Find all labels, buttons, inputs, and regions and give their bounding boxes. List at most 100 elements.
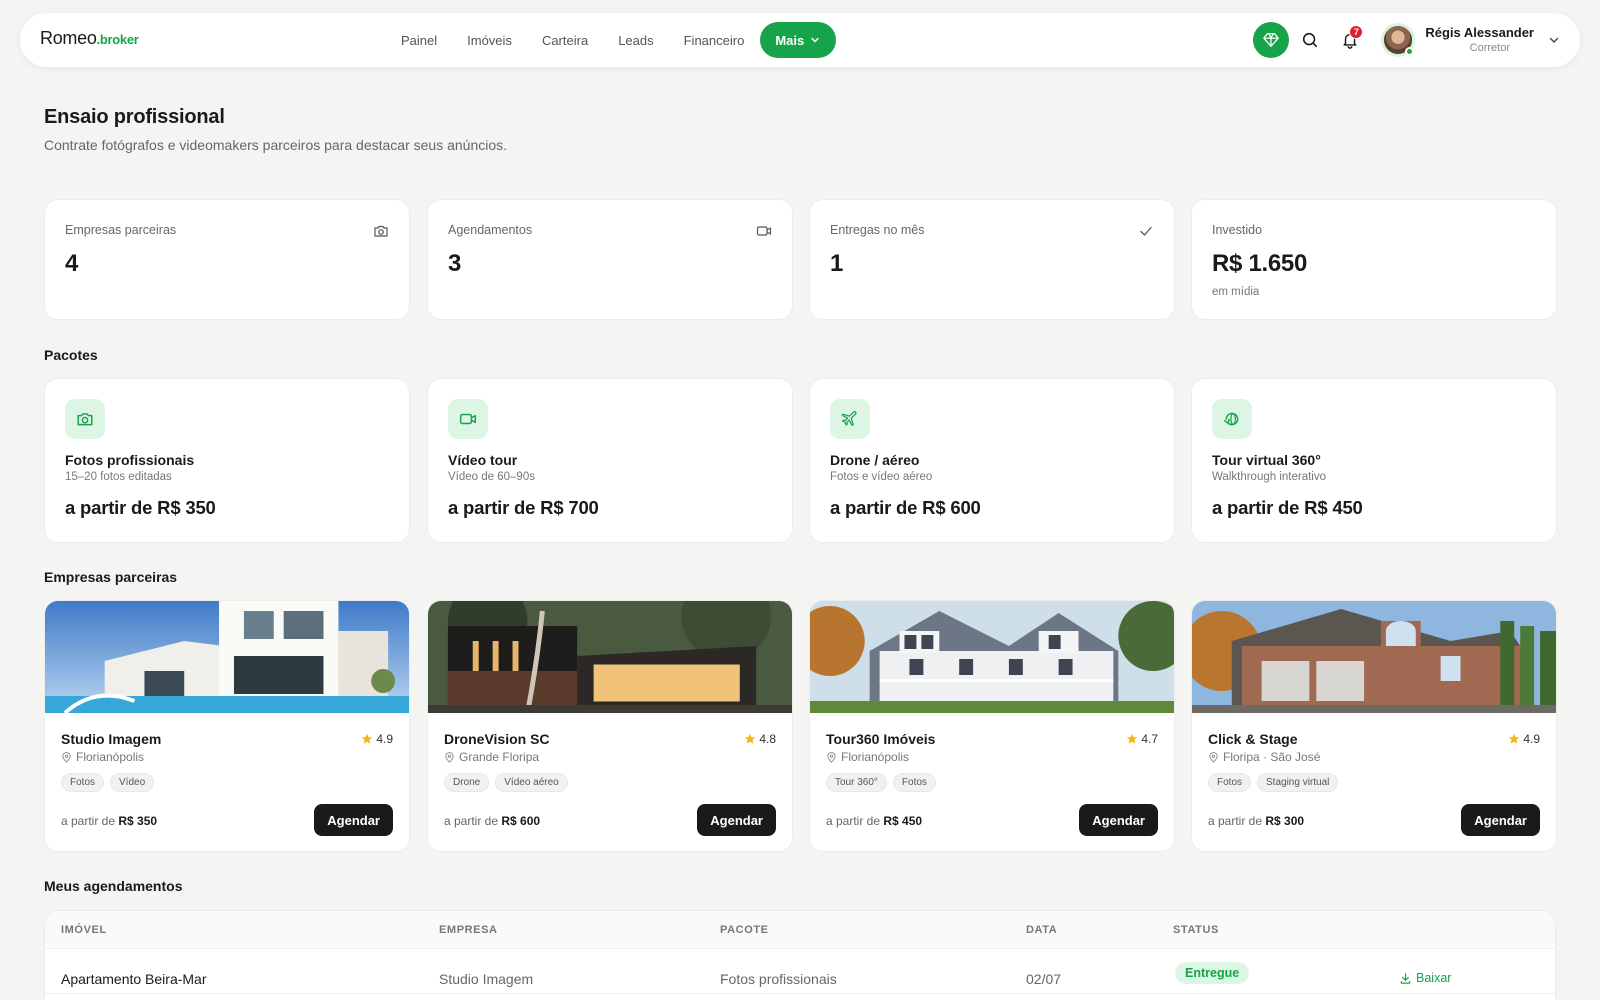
- partner-name: Studio Imagem: [61, 731, 162, 747]
- stat-value: 3: [448, 250, 462, 277]
- price-prefix: a partir de: [826, 814, 881, 828]
- partner-card-studio-imagem: Studio Imagem 4.9 Florianópolis Fotos Ví…: [44, 600, 410, 852]
- stat-card-partners: Empresas parceiras 4: [44, 199, 410, 320]
- partner-rating: 4.8: [744, 732, 776, 746]
- top-navbar: Romeo.broker Painel Imóveis Carteira Lea…: [20, 13, 1580, 67]
- diamond-icon: [1263, 33, 1280, 47]
- location-text: Floripa · São José: [1223, 750, 1321, 764]
- partner-rating: 4.9: [361, 732, 393, 746]
- schedule-button[interactable]: Agendar: [1461, 804, 1540, 836]
- column-header: DATA: [1026, 924, 1058, 936]
- nav-painel[interactable]: Painel: [386, 24, 452, 57]
- package-name: Tour virtual 360°: [1212, 452, 1321, 468]
- package-card-video[interactable]: Vídeo tour Vídeo de 60–90s a partir de R…: [427, 378, 793, 543]
- nav-financeiro[interactable]: Financeiro: [669, 24, 760, 57]
- video-icon: [756, 226, 772, 236]
- package-desc: Vídeo de 60–90s: [448, 471, 535, 483]
- premium-button[interactable]: [1253, 22, 1290, 58]
- rating-value: 4.8: [759, 732, 776, 746]
- partner-tags: Fotos Vídeo: [61, 773, 155, 792]
- partner-location: Florianópolis: [61, 750, 144, 764]
- package-price: a partir de R$ 450: [1212, 497, 1363, 518]
- package-name: Fotos profissionais: [65, 452, 195, 468]
- notifications-button[interactable]: 7: [1331, 21, 1369, 59]
- cell-empresa: Studio Imagem: [439, 971, 534, 987]
- package-card-drone[interactable]: Drone / aéreo Fotos e vídeo aéreo a part…: [809, 378, 1175, 543]
- logo-sub: .broker: [96, 32, 139, 47]
- section-title-partners: Empresas parceiras: [44, 569, 178, 585]
- partner-photo: [45, 601, 409, 713]
- package-icon: [1212, 399, 1252, 439]
- logo[interactable]: Romeo.broker: [40, 28, 139, 49]
- schedule-button[interactable]: Agendar: [697, 804, 776, 836]
- page-subtitle: Contrate fotógrafos e videomakers parcei…: [44, 137, 508, 153]
- stat-card-deliveries: Entregas no mês 1: [809, 199, 1175, 320]
- user-info[interactable]: Régis Alessander Corretor: [1425, 25, 1534, 55]
- partner-rating: 4.7: [1126, 732, 1158, 746]
- map-pin-icon: [62, 751, 71, 763]
- partner-card-dronevision: DroneVision SC 4.8 Grande Floripa Drone …: [427, 600, 793, 852]
- stat-value: 1: [830, 250, 844, 277]
- plane-icon: [841, 410, 857, 426]
- tag: Fotos: [1208, 773, 1252, 792]
- nav-leads[interactable]: Leads: [603, 24, 668, 57]
- package-icon: [65, 399, 105, 439]
- stat-value: R$ 1.650: [1212, 250, 1308, 277]
- rating-value: 4.9: [376, 732, 393, 746]
- logo-main: Romeo: [40, 28, 97, 48]
- row-divider: [45, 993, 1555, 994]
- user-role: Corretor: [1469, 41, 1510, 54]
- column-header: PACOTE: [720, 924, 769, 936]
- location-text: Florianópolis: [841, 750, 910, 764]
- chevron-down-icon[interactable]: [1548, 34, 1560, 46]
- partner-name: Click & Stage: [1208, 731, 1298, 747]
- chevron-down-icon: [811, 37, 819, 43]
- stat-label: Investido: [1212, 223, 1263, 237]
- location-text: Grande Floripa: [459, 750, 540, 764]
- star-icon: [1509, 733, 1520, 744]
- price-value: R$ 600: [501, 814, 541, 828]
- star-icon: [745, 733, 756, 744]
- download-link[interactable]: Baixar: [1399, 971, 1451, 985]
- rating-value: 4.7: [1141, 732, 1158, 746]
- partner-name: Tour360 Imóveis: [826, 731, 936, 747]
- tag: Fotos: [892, 773, 936, 792]
- notification-badge: 7: [1349, 25, 1364, 39]
- price-prefix: a partir de: [444, 814, 499, 828]
- package-card-tour360[interactable]: Tour virtual 360° Walkthrough interativo…: [1191, 378, 1557, 543]
- partner-card-click-stage: Click & Stage 4.9 Floripa · São José Fot…: [1191, 600, 1557, 852]
- map-pin-icon: [445, 751, 454, 763]
- map-pin-icon: [1209, 751, 1218, 763]
- price-value: R$ 350: [118, 814, 158, 828]
- schedule-button[interactable]: Agendar: [314, 804, 393, 836]
- package-desc: 15–20 fotos editadas: [65, 471, 172, 483]
- rating-value: 4.9: [1523, 732, 1540, 746]
- tag: Tour 360°: [826, 773, 887, 792]
- partner-card-tour360: Tour360 Imóveis 4.7 Florianópolis Tour 3…: [809, 600, 1175, 852]
- partner-price: a partir de R$ 300: [1208, 814, 1304, 828]
- column-header: STATUS: [1173, 924, 1219, 936]
- schedule-button[interactable]: Agendar: [1079, 804, 1158, 836]
- nav-carteira[interactable]: Carteira: [527, 24, 603, 57]
- partner-photo: [810, 601, 1174, 713]
- tag: Vídeo: [110, 773, 155, 792]
- partner-tags: Drone Vídeo aéreo: [444, 773, 568, 792]
- status-badge: Entregue: [1175, 962, 1250, 984]
- package-card-photos[interactable]: Fotos profissionais 15–20 fotos editadas…: [44, 378, 410, 543]
- avatar[interactable]: [1381, 23, 1416, 57]
- partner-location: Florianópolis: [826, 750, 909, 764]
- package-icon: [448, 399, 488, 439]
- price-prefix: a partir de: [61, 814, 116, 828]
- nav-more-button[interactable]: Mais: [760, 22, 837, 58]
- tag: Fotos: [61, 773, 105, 792]
- stat-label: Entregas no mês: [830, 223, 925, 237]
- nav-imoveis[interactable]: Imóveis: [452, 24, 527, 57]
- column-header: EMPRESA: [439, 924, 498, 936]
- partner-price: a partir de R$ 450: [826, 814, 922, 828]
- search-button[interactable]: [1291, 21, 1329, 59]
- camera-icon: [374, 225, 388, 237]
- stat-label: Agendamentos: [448, 223, 533, 237]
- check-icon: [1140, 226, 1152, 236]
- bookings-table: IMÓVEL EMPRESA PACOTE DATA STATUS Aparta…: [44, 910, 1556, 1000]
- nav-more-label: Mais: [775, 32, 805, 48]
